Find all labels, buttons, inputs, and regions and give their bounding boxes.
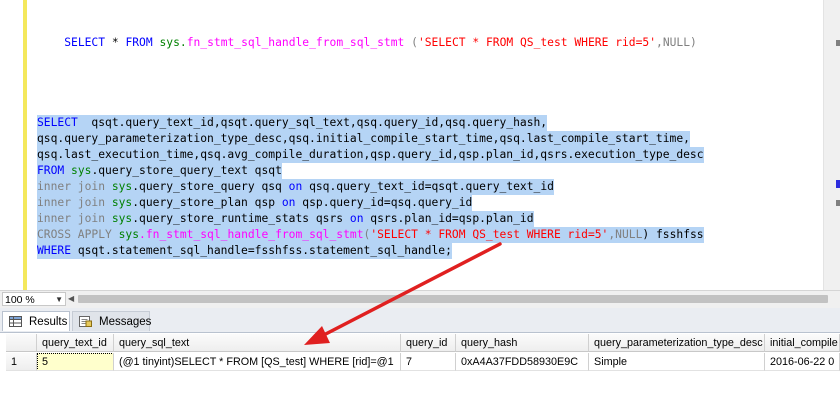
kw-select: SELECT	[37, 116, 78, 129]
code-text: .query_store_query qsq	[132, 180, 289, 193]
grid-cell[interactable]: (@1 tinyint)SELECT * FROM [QS_test] WHER…	[114, 353, 401, 371]
kw-from: FROM	[125, 36, 153, 49]
code-star: *	[105, 36, 126, 49]
kw-inner-join: inner join	[37, 212, 106, 225]
query-editor[interactable]: SELECT * FROM sys.fn_stmt_sql_handle_fro…	[0, 0, 840, 290]
code-line-where[interactable]: WHERE qsqt.statement_sql_handle=fsshfss.…	[37, 243, 452, 259]
results-grid-icon	[9, 316, 22, 327]
code-function: .fn_stmt_sql_handle_from_sql_stmt	[139, 228, 364, 241]
editor-gutter	[0, 0, 25, 290]
kw-on: on	[288, 180, 303, 193]
kw-select: SELECT	[64, 36, 106, 49]
scrollbar-caret-marker	[836, 180, 840, 188]
kw-inner-join: inner join	[37, 196, 106, 209]
code-sys: sys.	[159, 36, 187, 49]
kw-cross-apply: CROSS APPLY	[37, 228, 112, 241]
kw-inner-join: inner join	[37, 180, 106, 193]
code-sys: sys	[111, 228, 140, 241]
code-text: ) fsshfss	[642, 228, 704, 241]
kw-where: WHERE	[37, 244, 72, 257]
code-line-1[interactable]: SELECT * FROM sys.fn_stmt_sql_handle_fro…	[37, 19, 697, 49]
zoom-select[interactable]: 100 % ▼	[2, 292, 66, 306]
editor-status-bar: 100 % ▼ ◀	[0, 290, 840, 308]
grid-cell[interactable]: 7	[401, 353, 456, 371]
code-text: .query_store_plan qsp	[132, 196, 282, 209]
code-line-columns-3[interactable]: qsq.last_execution_time,qsq.avg_compile_…	[37, 147, 704, 163]
tab-messages[interactable]: Messages	[72, 311, 152, 331]
messages-icon	[79, 316, 92, 327]
grid-cell[interactable]: 0xA4A37FDD58930E9C	[456, 353, 589, 371]
grid-corner	[6, 334, 37, 352]
code-text: .query_store_runtime_stats qsrs	[132, 212, 350, 225]
tab-messages-label: Messages	[99, 316, 152, 328]
row-number[interactable]: 1	[6, 353, 37, 371]
code-text: qsqt.query_text_id,qsqt.query_sql_text,q…	[77, 116, 548, 129]
code-text: qsq.query_parameterization_type_desc,qsq…	[37, 132, 690, 145]
code-text: qsq.last_execution_time,qsq.avg_compile_…	[37, 148, 704, 161]
code-sys: sys	[105, 212, 133, 225]
grid-cell[interactable]: 2016-06-22 0	[765, 353, 840, 371]
change-tracking-bar	[23, 0, 27, 290]
column-header[interactable]: query_hash	[456, 334, 589, 352]
scrollbar-marker	[836, 200, 840, 206]
column-header[interactable]: query_text_id	[37, 334, 114, 352]
column-header[interactable]: query_sql_text	[114, 334, 401, 352]
grid-cell[interactable]: Simple	[589, 353, 765, 371]
column-header[interactable]: initial_compile	[765, 334, 840, 352]
tab-results-label: Results	[29, 316, 68, 328]
code-line-select[interactable]: SELECT qsqt.query_text_id,qsqt.query_sql…	[37, 115, 548, 131]
grid-cell[interactable]: 5	[37, 353, 114, 371]
code-line-columns-2[interactable]: qsq.query_parameterization_type_desc,qsq…	[37, 131, 690, 147]
results-tab-strip: Results Messages	[0, 308, 840, 333]
column-header[interactable]: query_id	[401, 334, 456, 352]
code-sys: sys	[64, 164, 92, 177]
scroll-left-icon[interactable]: ◀	[68, 294, 74, 303]
kw-from: FROM	[37, 164, 65, 177]
code-text: .query_store_query_text qsqt	[91, 164, 282, 177]
kw-on: on	[349, 212, 364, 225]
results-pane: Results Messages query_text_id query_sql…	[0, 308, 840, 405]
code-string: 'SELECT * FROM QS_test WHERE rid=5'	[370, 228, 609, 241]
code-paren-open: (	[404, 36, 418, 49]
code-null: NULL	[615, 228, 643, 241]
code-line-cross-apply[interactable]: CROSS APPLY sys.fn_stmt_sql_handle_from_…	[37, 227, 704, 243]
code-text: qsq.query_text_id=qsqt.query_text_id	[302, 180, 554, 193]
code-text: qsrs.plan_id=qsp.plan_id	[363, 212, 534, 225]
code-line-from[interactable]: FROM sys.query_store_query_text qsqt	[37, 163, 282, 179]
code-string: 'SELECT * FROM QS_test WHERE rid=5'	[417, 36, 656, 49]
column-header[interactable]: query_parameterization_type_desc	[589, 334, 765, 352]
code-text: qsqt.statement_sql_handle=fsshfss.statem…	[71, 244, 452, 257]
horizontal-scrollbar-thumb[interactable]	[78, 295, 828, 303]
code-line-join-3[interactable]: inner join sys.query_store_runtime_stats…	[37, 211, 534, 227]
code-line-join-2[interactable]: inner join sys.query_store_plan qsp on q…	[37, 195, 473, 211]
scrollbar-marker	[836, 40, 840, 46]
code-sys: sys	[105, 196, 133, 209]
code-function: fn_stmt_sql_handle_from_sql_stmt	[186, 36, 405, 49]
code-paren-close: )	[690, 36, 697, 49]
code-text: qsp.query_id=qsq.query_id	[295, 196, 473, 209]
editor-vertical-scrollbar[interactable]	[823, 0, 840, 290]
tab-results[interactable]: Results	[2, 311, 70, 331]
zoom-dropdown-icon[interactable]: ▼	[55, 293, 63, 307]
code-line-join-1[interactable]: inner join sys.query_store_query qsq on …	[37, 179, 554, 195]
code-sys: sys	[105, 180, 133, 193]
zoom-value: 100 %	[5, 294, 35, 306]
code-null: NULL	[662, 36, 691, 49]
code-comma: ,	[656, 36, 663, 49]
kw-on: on	[281, 196, 296, 209]
